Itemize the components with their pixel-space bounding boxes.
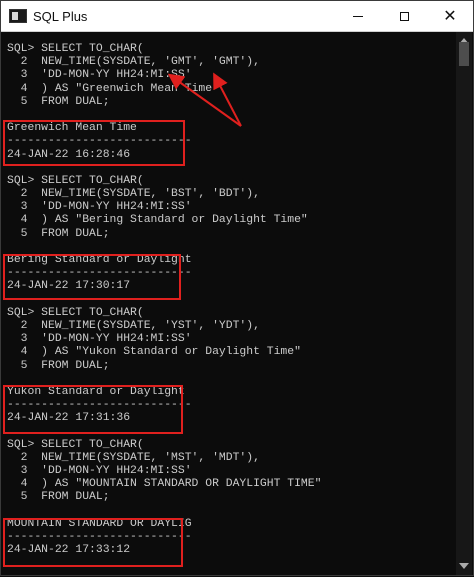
- console-app-icon: [9, 9, 27, 23]
- terminal-line: 5 FROM DUAL;: [7, 491, 110, 504]
- terminal-line: SQL> SELECT TO_CHAR(: [7, 306, 144, 319]
- terminal-line: 4 ) AS "Bering Standard or Daylight Time…: [7, 214, 308, 227]
- terminal-line: SQL> SELECT TO_CHAR(: [7, 43, 144, 55]
- sqlplus-window: SQL Plus ✕ SQL> SELECT TO_CHAR( 2 NEW_TI…: [0, 0, 474, 576]
- terminal-line: 3 'DD-MON-YY HH24:MI:SS': [7, 465, 192, 477]
- terminal-line: 5 FROM DUAL;: [7, 359, 110, 372]
- result-highlight-yukon: [3, 385, 183, 434]
- terminal-line: 2 NEW_TIME(SYSDATE, 'GMT', 'GMT'),: [7, 56, 260, 69]
- terminal-line: 5 FROM DUAL;: [7, 227, 110, 240]
- terminal-line: 4 ) AS "Greenwich Mean Time": [7, 82, 219, 95]
- maximize-button[interactable]: [381, 1, 427, 31]
- terminal-line: SQL> SELECT TO_CHAR(: [7, 438, 144, 451]
- vertical-scrollbar[interactable]: [456, 32, 472, 575]
- title-bar[interactable]: SQL Plus ✕: [1, 1, 473, 32]
- close-button[interactable]: ✕: [427, 1, 473, 31]
- terminal-line: 4 ) AS "MOUNTAIN STANDARD OR DAYLIGHT TI…: [7, 478, 322, 491]
- result-highlight-bering: [3, 254, 181, 300]
- terminal-line: 3 'DD-MON-YY HH24:MI:SS': [7, 69, 192, 82]
- terminal-line: 4 ) AS "Yukon Standard or Daylight Time": [7, 346, 301, 359]
- result-highlight-mountain: [3, 518, 183, 567]
- scroll-down-icon[interactable]: [459, 563, 469, 569]
- result-highlight-gmt: [3, 120, 185, 166]
- terminal-line: 3 'DD-MON-YY HH24:MI:SS': [7, 333, 192, 346]
- minimize-icon: [353, 15, 363, 17]
- terminal-line: 5 FROM DUAL;: [7, 95, 110, 108]
- maximize-icon: [399, 11, 409, 21]
- close-icon: ✕: [443, 6, 457, 25]
- scroll-thumb[interactable]: [459, 42, 469, 66]
- terminal-line: 2 NEW_TIME(SYSDATE, 'BST', 'BDT'),: [7, 188, 260, 201]
- terminal-line: SQL> SELECT TO_CHAR(: [7, 174, 144, 187]
- window-title: SQL Plus: [33, 8, 88, 24]
- terminal-line: 2 NEW_TIME(SYSDATE, 'MST', 'MDT'),: [7, 451, 260, 464]
- minimize-button[interactable]: [335, 1, 381, 31]
- terminal-line: 2 NEW_TIME(SYSDATE, 'YST', 'YDT'),: [7, 319, 260, 332]
- window-controls: ✕: [335, 1, 473, 31]
- terminal-line: 3 'DD-MON-YY HH24:MI:SS': [7, 201, 192, 214]
